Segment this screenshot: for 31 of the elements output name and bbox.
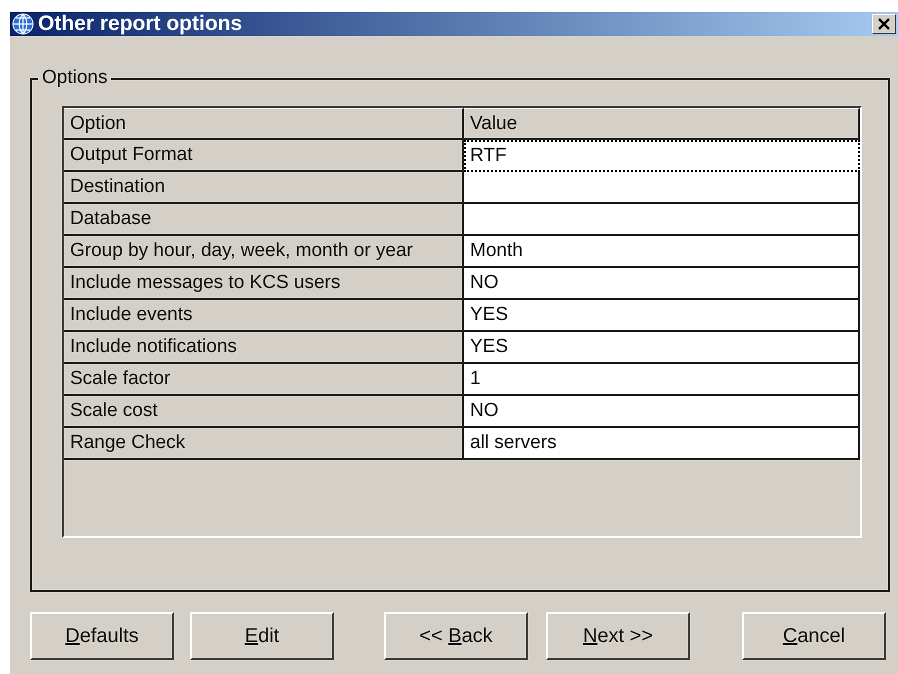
close-icon bbox=[878, 18, 890, 30]
option-cell: Group by hour, day, week, month or year bbox=[64, 236, 464, 268]
option-cell: Output Format bbox=[64, 140, 464, 172]
group-label: Options bbox=[38, 67, 112, 89]
value-cell[interactable]: YES bbox=[464, 332, 860, 364]
option-cell: Destination bbox=[64, 172, 464, 204]
value-cell[interactable]: Month bbox=[464, 236, 860, 268]
value-cell[interactable]: all servers bbox=[464, 428, 860, 460]
dialog-button[interactable]: << Back bbox=[384, 612, 528, 660]
dialog-button[interactable]: Edit bbox=[190, 612, 334, 660]
value-cell[interactable] bbox=[464, 172, 860, 204]
value-cell[interactable]: NO bbox=[464, 396, 860, 428]
option-cell: Range Check bbox=[64, 428, 464, 460]
column-header[interactable]: Option bbox=[64, 108, 464, 140]
value-cell[interactable]: 1 bbox=[464, 364, 860, 396]
value-cell[interactable] bbox=[464, 204, 860, 236]
option-cell: Include events bbox=[64, 300, 464, 332]
dialog-button[interactable]: Defaults bbox=[30, 612, 174, 660]
option-cell: Scale factor bbox=[64, 364, 464, 396]
option-cell: Scale cost bbox=[64, 396, 464, 428]
globe-icon bbox=[12, 13, 34, 35]
option-cell: Include notifications bbox=[64, 332, 464, 364]
value-cell[interactable]: YES bbox=[464, 300, 860, 332]
dialog-button[interactable]: Cancel bbox=[742, 612, 886, 660]
option-cell: Include messages to KCS users bbox=[64, 268, 464, 300]
window-title: Other report options bbox=[38, 12, 244, 36]
close-button[interactable] bbox=[872, 14, 896, 34]
dialog-button[interactable]: Next >> bbox=[546, 612, 690, 660]
value-cell[interactable]: NO bbox=[464, 268, 860, 300]
value-cell[interactable]: RTF bbox=[464, 140, 860, 172]
option-cell: Database bbox=[64, 204, 464, 236]
